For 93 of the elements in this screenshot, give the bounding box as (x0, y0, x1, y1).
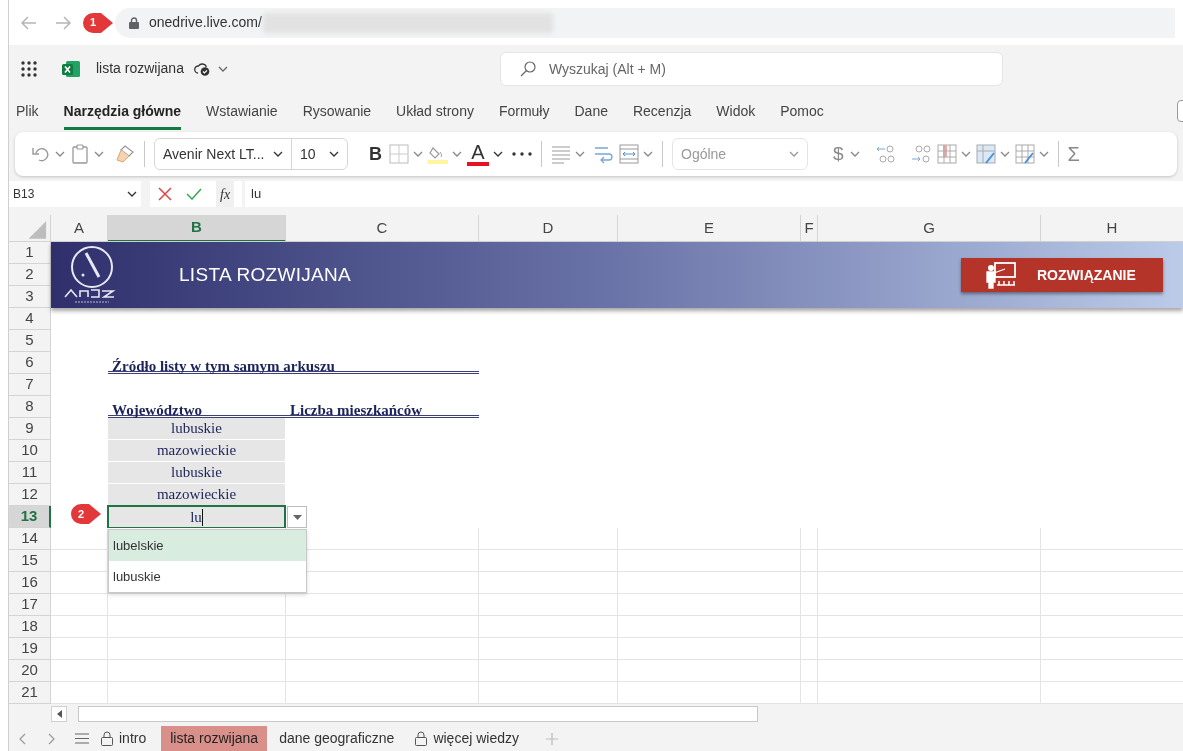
chevron-down-icon[interactable] (127, 191, 137, 197)
row-header[interactable]: 10 (9, 440, 51, 462)
font-color-button[interactable]: A (467, 142, 489, 166)
currency-button[interactable]: $ (833, 139, 844, 169)
next-sheet-icon[interactable] (48, 732, 55, 745)
cloud-check-icon (193, 61, 210, 76)
name-box[interactable]: B13 (9, 181, 141, 207)
ribbon-tab[interactable]: Pomoc (780, 92, 824, 130)
row-header[interactable]: 16 (9, 572, 51, 594)
chevron-down-icon[interactable] (329, 151, 339, 157)
app-launcher-icon[interactable] (21, 60, 37, 77)
row-header[interactable]: 7 (9, 374, 51, 396)
row-header[interactable]: 8 (9, 396, 51, 418)
row-header[interactable]: 2 (9, 264, 51, 286)
chevron-down-icon[interactable] (493, 151, 503, 157)
row-header[interactable]: 9 (9, 418, 51, 440)
chevron-down-icon[interactable] (273, 151, 283, 157)
autocomplete-item[interactable]: lubuskie (109, 561, 306, 592)
address-bar[interactable]: onedrive.live.com/ (115, 7, 1175, 38)
callout-badge: 1 (83, 12, 113, 33)
section-heading: Źródło listy w tym samym arkuszu (112, 357, 335, 376)
font-name-dropdown[interactable]: Avenir Next LT... (155, 139, 292, 169)
previous-sheet-icon[interactable] (19, 732, 26, 745)
column-heading: Liczba mieszkańców (289, 401, 423, 415)
ribbon-tab[interactable]: Formuły (498, 92, 550, 130)
sheet-tab[interactable]: lista rozwijana (161, 726, 268, 751)
spreadsheet-app-icon (62, 59, 80, 78)
sum-button[interactable]: Σ (1067, 139, 1080, 169)
ribbon-tab[interactable]: Widok (716, 92, 756, 130)
wrap-text-icon[interactable] (594, 144, 614, 164)
row-header[interactable]: 21 (9, 682, 51, 704)
clipboard-icon[interactable] (70, 144, 90, 164)
document-title[interactable]: lista rozwijana (96, 58, 184, 79)
forward-arrow-icon[interactable] (55, 15, 71, 30)
ribbon-tab[interactable]: Recenzja (632, 92, 692, 130)
teacher-board-icon (985, 261, 1017, 289)
row-header[interactable]: 17 (9, 594, 51, 616)
row-header[interactable]: 14 (9, 528, 51, 550)
confirm-icon[interactable] (186, 188, 202, 200)
row-header[interactable]: 18 (9, 616, 51, 638)
row-header[interactable]: 3 (9, 286, 51, 308)
ribbon-tab[interactable]: Wstawianie (206, 92, 278, 130)
triangle-down-icon (292, 514, 302, 520)
sheet-tab[interactable]: dane geograficzne (270, 726, 404, 751)
insert-function-button[interactable]: fx (216, 181, 235, 207)
search-field[interactable]: Wyszukaj (Alt + M) (499, 51, 1003, 86)
ribbon-tab[interactable]: Układ strony (396, 92, 474, 130)
formula-input[interactable]: lu (245, 181, 1183, 207)
scroll-left-button[interactable] (51, 706, 67, 722)
table-cell: lubuskie (108, 418, 285, 439)
url-text[interactable]: onedrive.live.com/ (149, 12, 262, 33)
solution-button[interactable]: ROZWIĄZANIE (961, 258, 1163, 292)
triangle-left-icon (56, 710, 62, 718)
font-size-dropdown[interactable]: 10 (292, 139, 347, 169)
row-header[interactable]: 4 (9, 308, 51, 330)
row-header[interactable]: 12 (9, 484, 51, 506)
back-arrow-icon[interactable] (21, 15, 37, 30)
more-options-icon[interactable] (512, 152, 532, 156)
ribbon-tab[interactable]: Plik (16, 92, 39, 130)
table-cell: mazowieckie (108, 440, 285, 461)
row-header[interactable]: 1 (9, 242, 51, 264)
banner-title: LISTA ROZWIJANA (179, 262, 351, 287)
row-header[interactable]: 13 (9, 506, 51, 528)
lock-icon (129, 16, 139, 29)
row-header[interactable]: 19 (9, 638, 51, 660)
horizontal-scrollbar-thumb[interactable] (78, 706, 758, 722)
sheet-tab[interactable]: intro (92, 726, 156, 751)
ribbon-tab[interactable]: Rysowanie (302, 92, 372, 130)
conditional-format-icon[interactable] (936, 144, 957, 164)
sheet-tab[interactable]: więcej wiedzy (406, 726, 528, 751)
row-header[interactable]: 6 (9, 352, 51, 374)
format-table-icon[interactable] (975, 144, 996, 164)
row-header[interactable]: 5 (9, 330, 51, 352)
dropdown-arrow-button[interactable] (287, 506, 307, 528)
decrease-decimal-icon[interactable] (909, 144, 932, 164)
callout-badge: 2 (71, 504, 101, 524)
increase-decimal-icon[interactable] (874, 144, 897, 164)
ribbon-tab[interactable]: Dane (574, 92, 608, 130)
autocomplete-item[interactable]: lubelskie (109, 530, 306, 561)
cell-styles-icon[interactable] (1014, 144, 1035, 164)
menu-icon[interactable] (75, 733, 89, 744)
active-cell-input[interactable]: lu (107, 505, 286, 529)
table-cell: lubuskie (108, 462, 285, 483)
row-header[interactable]: 20 (9, 660, 51, 682)
merge-cells-icon[interactable] (619, 144, 639, 164)
search-icon (519, 60, 536, 77)
format-painter-icon[interactable] (115, 144, 135, 164)
cancel-icon[interactable] (158, 187, 172, 201)
table-cell: mazowieckie (108, 484, 285, 505)
row-header[interactable]: 15 (9, 550, 51, 572)
column-header[interactable]: B (108, 215, 286, 241)
row-header[interactable]: 11 (9, 462, 51, 484)
bold-button[interactable]: B (367, 140, 384, 168)
